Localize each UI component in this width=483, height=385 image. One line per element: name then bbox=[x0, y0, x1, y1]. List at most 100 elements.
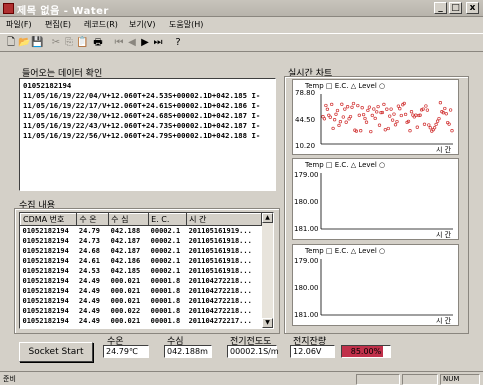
column-header[interactable]: 시 간 bbox=[186, 213, 262, 226]
y-tick-label: 181.00 bbox=[294, 311, 319, 319]
table-row[interactable]: 0105218219424.49000.02100001.82011042722… bbox=[21, 316, 262, 326]
paste-icon[interactable]: 📋 bbox=[76, 37, 88, 49]
maximize-button[interactable]: □ bbox=[449, 2, 462, 14]
y-tick-label: 181.00 bbox=[294, 225, 319, 233]
chart-point bbox=[325, 107, 330, 111]
table-cell: 042.185 bbox=[110, 267, 141, 275]
table-row[interactable]: 01052182194 24.73 042.187 00002.1 2011051619… bbox=[21, 236, 262, 246]
y-tick-label: 10.20 bbox=[295, 142, 316, 150]
help-icon[interactable]: ? bbox=[172, 37, 184, 49]
chart-point bbox=[367, 105, 372, 109]
table-row[interactable]: 01052182194 24.79 042.188 00002.1 2011051619… bbox=[21, 226, 262, 237]
chart-point bbox=[422, 122, 427, 126]
table-cell: 000.022 bbox=[110, 307, 141, 315]
column-header[interactable]: 수 심 bbox=[108, 213, 150, 226]
scroll-up-icon[interactable]: ▲ bbox=[262, 213, 273, 223]
first-record-icon[interactable]: ⏮ bbox=[113, 37, 125, 49]
table-cell: 01052182194 bbox=[22, 297, 69, 305]
vertical-scrollbar[interactable]: ▲ ▼ bbox=[262, 213, 273, 328]
incoming-data-line: 11/05/16/19/22/43/V+12.060T+24.73S+00002… bbox=[23, 121, 261, 130]
table-row[interactable]: 0105218219424.49000.02100001.82011042722… bbox=[21, 286, 262, 296]
chart-point bbox=[351, 101, 356, 106]
chart-point bbox=[444, 112, 448, 116]
table-row[interactable]: 01052182194 24.68 042.187 00002.1 2011051619… bbox=[21, 246, 262, 256]
column-header[interactable]: 수 온 bbox=[76, 213, 110, 226]
menu-view[interactable]: 보기(V) bbox=[129, 19, 155, 30]
menu-help[interactable]: 도움말(H) bbox=[169, 19, 203, 30]
column-header[interactable]: CDMA 번호 bbox=[20, 213, 78, 226]
status-bar: 준비 NUM bbox=[0, 371, 483, 385]
chart-point bbox=[328, 115, 332, 119]
table-cell: 201104272218... bbox=[188, 277, 252, 285]
incoming-data-textbox[interactable]: 01052182194 11/05/16/19/22/04/V+12.060T+2… bbox=[19, 78, 276, 191]
status-pane-empty bbox=[402, 374, 438, 385]
status-ready: 준비 bbox=[3, 375, 16, 383]
last-record-icon[interactable]: ⏭ bbox=[152, 37, 164, 49]
y-tick-label: 179.00 bbox=[294, 257, 319, 265]
table-cell: 01052182194 bbox=[22, 277, 69, 285]
table-cell: 201105161918... bbox=[188, 247, 252, 255]
menu-file[interactable]: 파일(F) bbox=[6, 19, 32, 30]
minimize-button[interactable]: _ bbox=[434, 2, 447, 14]
table-header-row: CDMA 번호 수 온수 심 E. C. 시 간 bbox=[20, 213, 262, 226]
table-row[interactable]: 0105218219424.49000.02100001.82011042722… bbox=[21, 276, 262, 286]
incoming-data-lines: 01052182194 11/05/16/19/22/04/V+12.060T+2… bbox=[20, 79, 275, 143]
chart-point bbox=[370, 113, 374, 118]
print-icon[interactable]: 🖶 bbox=[92, 37, 104, 49]
column-header[interactable]: E. C. bbox=[148, 213, 188, 226]
cut-icon[interactable]: ✂ bbox=[50, 37, 62, 49]
chart-point bbox=[340, 102, 344, 106]
table-cell: 24.61 bbox=[78, 257, 100, 265]
window-title: 제목 없음 - Water bbox=[17, 6, 109, 17]
table-row[interactable]: 01052182194 24.49 000.022 00001.8 2011042722… bbox=[21, 306, 262, 316]
copy-icon[interactable]: ⎘ bbox=[63, 37, 75, 49]
next-record-icon[interactable]: ▶ bbox=[139, 37, 151, 49]
table-row[interactable]: 0105218219424.49000.02100001.82011042722… bbox=[21, 326, 262, 328]
save-icon[interactable]: 💾 bbox=[31, 37, 43, 49]
chart-point bbox=[373, 116, 377, 121]
status-pane-empty bbox=[356, 374, 400, 385]
table-row[interactable]: 01052182194 24.61 042.186 00002.1 2011051619… bbox=[21, 256, 262, 266]
collected-data-table[interactable]: CDMA 번호 수 온수 심 E. C. 시 간 01052182194 24.79 04… bbox=[19, 212, 274, 329]
table-cell: 042.188 bbox=[110, 227, 141, 235]
table-cell: 01052182194 bbox=[21, 326, 77, 328]
close-button[interactable]: x bbox=[466, 2, 479, 14]
chart-point bbox=[434, 122, 438, 127]
toolbar: 🗋 📂 💾 ✂ ⎘ 📋 🖶 ⏮ ◀ ▶ ⏭ ? bbox=[0, 33, 483, 52]
incoming-data-line: 01052182194 bbox=[23, 81, 72, 90]
table-cell: 042.186 bbox=[110, 257, 141, 265]
incoming-data-line: 11/05/16/19/22/04/V+12.060T+24.53S+00002… bbox=[23, 91, 261, 100]
chart-point bbox=[324, 103, 328, 108]
chart-point bbox=[332, 118, 337, 122]
chart-point bbox=[425, 108, 430, 112]
table-cell: 24.49 bbox=[78, 287, 100, 295]
menu-record[interactable]: 레코드(R) bbox=[84, 19, 118, 30]
table-cell: 00002.1 bbox=[150, 257, 181, 265]
table-cell: 24.79 bbox=[78, 227, 100, 235]
open-icon[interactable]: 📂 bbox=[18, 37, 30, 49]
chart-point bbox=[393, 123, 398, 127]
table-row[interactable]: 0105218219424.49000.02100001.82011042722… bbox=[21, 296, 262, 306]
menu-edit[interactable]: 편집(E) bbox=[45, 19, 71, 30]
chart-point bbox=[389, 107, 393, 111]
chart-point bbox=[357, 113, 361, 117]
y-tick-label: 78.80 bbox=[295, 89, 316, 97]
table-cell: 042.187 bbox=[110, 237, 141, 245]
table-cell: 000.021 bbox=[110, 277, 141, 285]
chart-point bbox=[335, 108, 340, 113]
chart-point bbox=[375, 110, 379, 114]
depth-value: 042.188m bbox=[164, 345, 212, 358]
incoming-data-line: 11/05/16/19/22/17/V+12.060T+24.61S+00002… bbox=[23, 101, 261, 110]
scroll-down-icon[interactable]: ▼ bbox=[262, 318, 273, 328]
table-cell: 24.49 bbox=[78, 277, 100, 285]
socket-start-button[interactable]: Socket Start bbox=[19, 342, 93, 362]
new-icon[interactable]: 🗋 bbox=[5, 37, 17, 49]
chart-point bbox=[366, 108, 370, 113]
table-cell: 201104272218... bbox=[188, 287, 252, 295]
table-row[interactable]: 01052182194 24.53 042.185 00002.1 2011051619… bbox=[21, 266, 262, 276]
prev-record-icon[interactable]: ◀ bbox=[126, 37, 138, 49]
table-cell: 201105161918... bbox=[188, 267, 252, 275]
chart-point bbox=[428, 126, 432, 130]
table-cell: 24.68 bbox=[78, 247, 100, 255]
y-tick-label: 179.00 bbox=[294, 171, 319, 179]
